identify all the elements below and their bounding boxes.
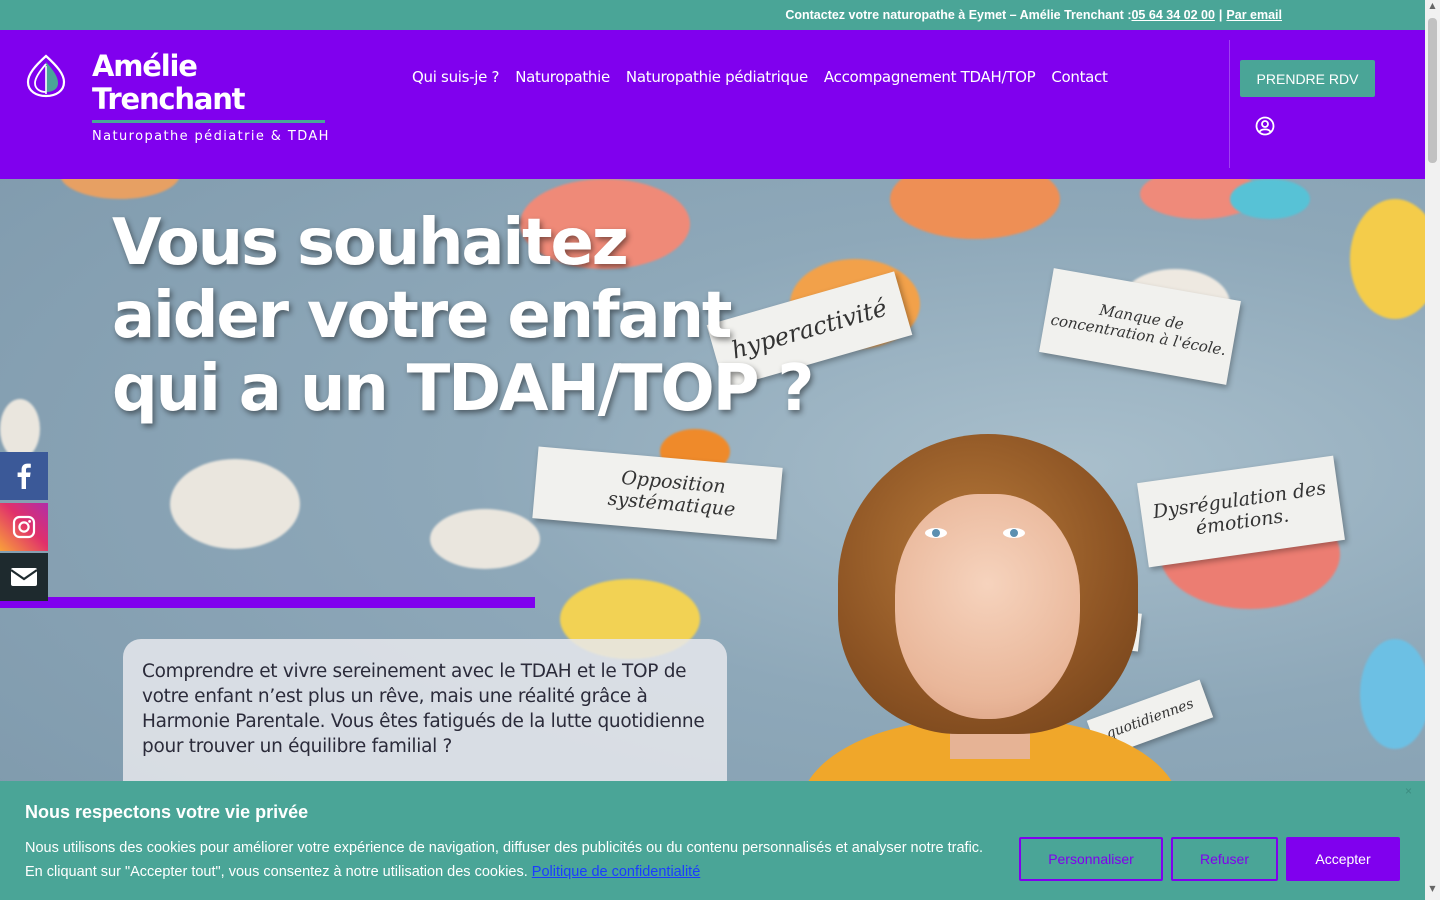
privacy-policy-link[interactable]: Politique de confidentialité bbox=[532, 864, 700, 880]
separator: | bbox=[1218, 8, 1223, 22]
cloud-decoration bbox=[1350, 199, 1425, 319]
contact-bar: Contactez votre naturopathe à Eymet – Am… bbox=[0, 0, 1425, 30]
hero-title-line: Vous souhaitez bbox=[112, 206, 629, 280]
cloud-decoration bbox=[170, 459, 300, 549]
cloud-decoration bbox=[890, 179, 1060, 239]
nav-naturopathie-pediatrique[interactable]: Naturopathie pédiatrique bbox=[626, 68, 808, 86]
paper-note: Opposition systématique bbox=[532, 446, 783, 540]
hero-accent-bar bbox=[0, 597, 535, 608]
hero-title-line: aider votre enfant bbox=[112, 279, 732, 353]
nav-accompagnement-tdah[interactable]: Accompagnement TDAH/TOP bbox=[824, 68, 1036, 86]
hero-intro-text: Comprendre et vivre sereinement avec le … bbox=[142, 661, 705, 757]
child-face bbox=[895, 494, 1080, 719]
envelope-icon bbox=[10, 568, 38, 586]
brand-tagline: Naturopathe pédiatrie & TDAH bbox=[92, 129, 330, 144]
nav-contact[interactable]: Contact bbox=[1051, 68, 1108, 86]
phone-link[interactable]: 05 64 34 02 00 bbox=[1131, 8, 1214, 22]
instagram-icon bbox=[12, 515, 36, 539]
brand-name[interactable]: Amélie Trenchant bbox=[92, 49, 246, 116]
email-button[interactable] bbox=[0, 553, 48, 601]
scroll-down-arrow-icon[interactable]: ▼ bbox=[1428, 885, 1437, 893]
brand-first-name: Amélie bbox=[92, 49, 198, 83]
accept-cookies-button[interactable]: Accepter bbox=[1286, 837, 1400, 881]
cloud-decoration bbox=[0, 399, 40, 459]
child-eye bbox=[1003, 528, 1025, 538]
brand-underline bbox=[92, 120, 325, 123]
close-icon[interactable]: × bbox=[1405, 784, 1412, 798]
header-divider bbox=[1229, 40, 1230, 168]
cookie-banner: × Nous respectons votre vie privée Nous … bbox=[0, 781, 1425, 900]
email-link[interactable]: Par email bbox=[1226, 8, 1282, 22]
book-appointment-button[interactable]: PRENDRE RDV bbox=[1240, 60, 1375, 97]
leaf-logo-icon[interactable] bbox=[26, 54, 66, 98]
main-nav: Qui suis-je ? Naturopathie Naturopathie … bbox=[412, 68, 1108, 86]
facebook-icon bbox=[17, 463, 31, 489]
contact-text: Contactez votre naturopathe à Eymet – Am… bbox=[785, 8, 1132, 22]
scrollbar-thumb[interactable] bbox=[1428, 18, 1437, 163]
cloud-decoration bbox=[430, 509, 540, 569]
cloud-decoration bbox=[1230, 179, 1310, 219]
cookie-text: Nous utilisons des cookies pour améliore… bbox=[25, 836, 985, 884]
child-eye bbox=[925, 528, 947, 538]
brand-last-name: Trenchant bbox=[92, 82, 246, 116]
nav-qui-suis-je[interactable]: Qui suis-je ? bbox=[412, 68, 500, 86]
scroll-up-arrow-icon[interactable]: ▲ bbox=[1428, 2, 1437, 10]
refuse-cookies-button[interactable]: Refuser bbox=[1171, 837, 1278, 881]
cookie-title: Nous respectons votre vie privée bbox=[25, 802, 309, 822]
cloud-decoration bbox=[1360, 639, 1425, 749]
site-header: Amélie Trenchant Naturopathe pédiatrie &… bbox=[0, 30, 1425, 179]
customize-cookies-button[interactable]: Personnaliser bbox=[1019, 837, 1163, 881]
hero-title: Vous souhaitez aider votre enfant qui a … bbox=[112, 206, 814, 426]
user-circle-icon[interactable] bbox=[1255, 116, 1275, 136]
hero-title-line: qui a un TDAH/TOP ? bbox=[112, 352, 814, 426]
cloud-decoration bbox=[60, 179, 180, 199]
instagram-button[interactable] bbox=[0, 503, 48, 551]
cookie-description: Nous utilisons des cookies pour améliore… bbox=[25, 840, 984, 880]
nav-naturopathie[interactable]: Naturopathie bbox=[515, 68, 610, 86]
facebook-button[interactable] bbox=[0, 452, 48, 500]
